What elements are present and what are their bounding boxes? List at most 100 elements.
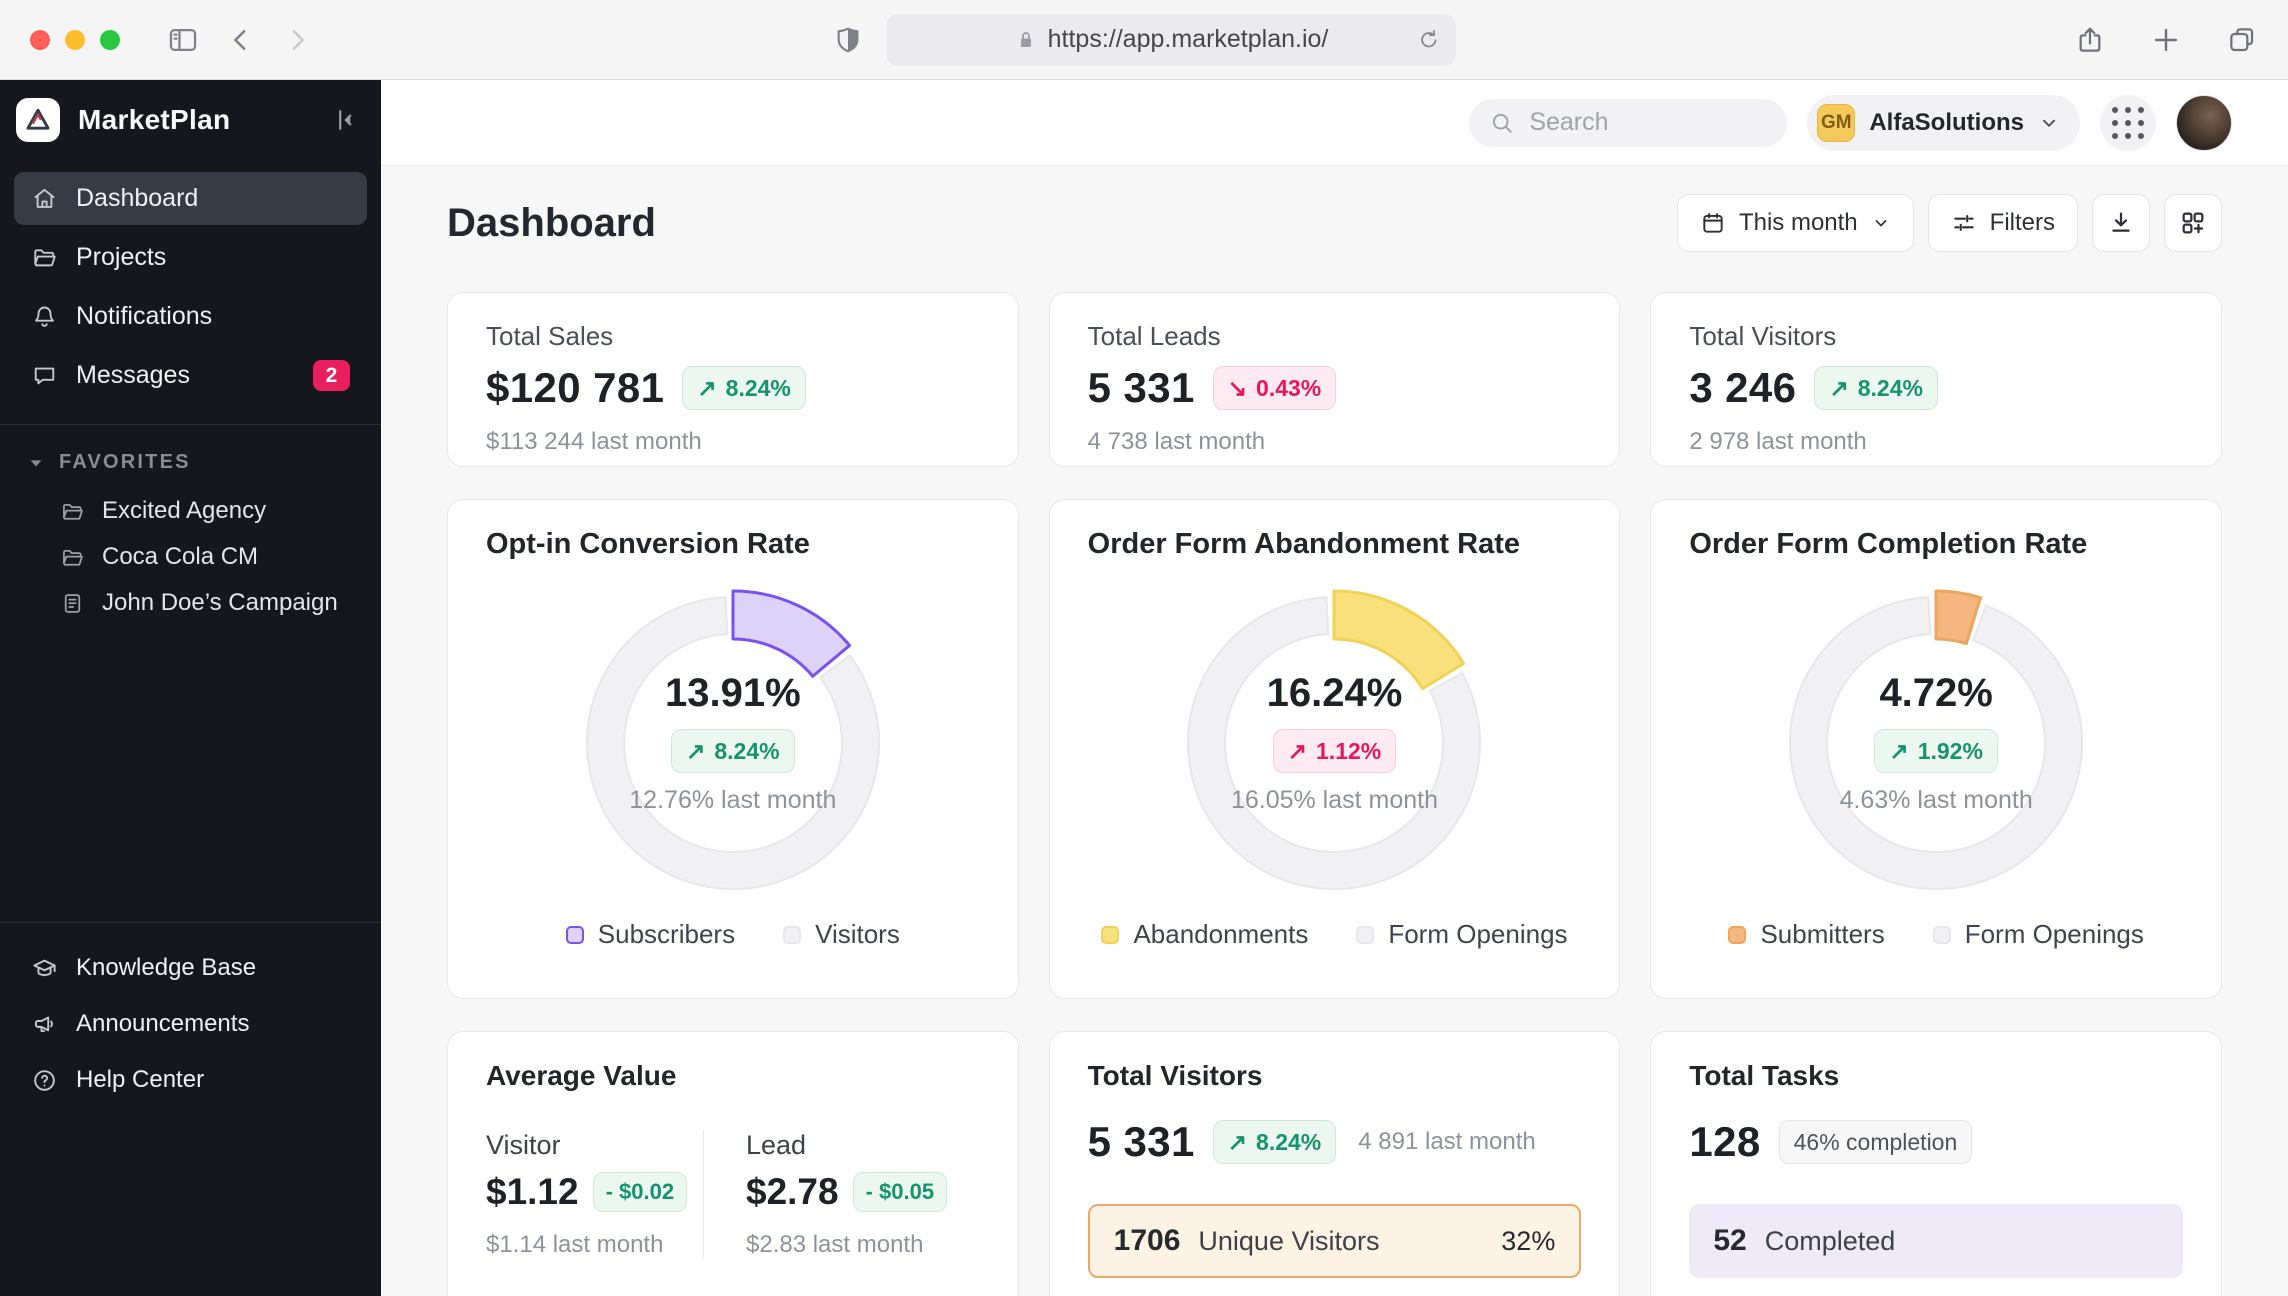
- sidebar-item-messages[interactable]: Messages 2: [14, 349, 367, 402]
- home-icon: [31, 185, 58, 212]
- sidebar-item-announcements[interactable]: Announcements: [14, 999, 367, 1049]
- privacy-shield-icon[interactable]: [832, 24, 864, 56]
- trend-badge: ↗ 1.92%: [1874, 729, 1998, 773]
- favorite-item-john-does-campaign[interactable]: John Doe’s Campaign: [14, 580, 367, 626]
- period-label: This month: [1738, 209, 1858, 236]
- share-icon[interactable]: [2074, 24, 2106, 56]
- window-controls: [30, 29, 120, 50]
- metric-value: $1.12: [486, 1171, 579, 1212]
- add-widget-button[interactable]: [2164, 194, 2222, 252]
- trend-badge: - $0.05: [852, 1172, 948, 1212]
- legend-item: Form Openings: [1932, 919, 2144, 950]
- card-title: Total Visitors: [1087, 1060, 1263, 1091]
- period-select-button[interactable]: This month: [1676, 194, 1914, 252]
- sidebar-item-notifications[interactable]: Notifications: [14, 290, 367, 343]
- stat-value: 3 246: [1689, 364, 1797, 411]
- browser-chrome: https://app.marketplan.io/: [0, 0, 2288, 80]
- card-title: Average Value: [486, 1060, 677, 1091]
- chevron-down-icon: [2038, 112, 2060, 134]
- sidebar-item-help-center[interactable]: Help Center: [14, 1055, 367, 1105]
- completion-rate-card: Order Form Completion Rate 4.72% ↗ 1.92% …: [1650, 499, 2222, 999]
- filters-button[interactable]: Filters: [1927, 194, 2078, 252]
- legend-item: Form Openings: [1356, 919, 1568, 950]
- average-value-lead: Lead $2.78 - $0.05 $2.83 last month: [703, 1130, 948, 1259]
- trend-badge: ↗ 1.12%: [1272, 729, 1397, 773]
- apps-grid-button[interactable]: [2100, 94, 2156, 151]
- sidebar-collapse-icon[interactable]: [329, 105, 359, 135]
- search-input[interactable]: [1529, 108, 1768, 137]
- donut-sub: 4.63% last month: [1839, 786, 2033, 814]
- trend-arrow-icon: ↗: [686, 737, 706, 764]
- row-percent: 32%: [1501, 1225, 1556, 1256]
- sidebar-item-dashboard[interactable]: Dashboard: [14, 172, 367, 225]
- browser-sidebar-toggle-icon[interactable]: [166, 23, 200, 57]
- favorite-item-label: Excited Agency: [102, 497, 267, 524]
- toolbar: This month Filters: [1676, 194, 2222, 252]
- question-circle-icon: [31, 1067, 58, 1094]
- trend-badge: ↗ 8.24%: [1212, 1120, 1337, 1164]
- sidebar-item-projects[interactable]: Projects: [14, 231, 367, 284]
- org-avatar: GM: [1817, 103, 1856, 142]
- stat-value: 128: [1689, 1118, 1761, 1165]
- sidebar-item-knowledge-base[interactable]: Knowledge Base: [14, 943, 367, 993]
- graduation-cap-icon: [31, 955, 58, 982]
- close-window-button[interactable]: [30, 29, 50, 50]
- sidebar-item-label: Messages: [76, 361, 190, 389]
- chevron-down-icon: [1871, 213, 1891, 233]
- back-icon[interactable]: [226, 25, 256, 55]
- trend-arrow-icon: ↘: [1227, 374, 1248, 401]
- favorites-header[interactable]: FAVORITES: [14, 451, 367, 474]
- row-label: Unique Visitors: [1198, 1225, 1380, 1256]
- org-switcher[interactable]: GM AlfaSolutions: [1807, 94, 2080, 151]
- sidebar: MarketPlan Dashboard Projects Notificati…: [0, 80, 381, 1296]
- trend-arrow-icon: ↗: [1227, 1128, 1248, 1155]
- folder-icon: [60, 545, 85, 570]
- brand-name: MarketPlan: [78, 104, 231, 135]
- donut-sub: 12.76% last month: [629, 786, 837, 814]
- legend-item: Visitors: [783, 919, 900, 950]
- folder-icon: [60, 499, 85, 524]
- favorite-item-label: John Doe’s Campaign: [102, 589, 338, 616]
- zoom-window-button[interactable]: [100, 29, 120, 50]
- tab-overview-icon[interactable]: [2226, 24, 2258, 56]
- card-title: Total Tasks: [1689, 1060, 1840, 1091]
- favorite-item-coca-cola-cm[interactable]: Coca Cola CM: [14, 534, 367, 580]
- legend-swatch: [1356, 925, 1375, 944]
- opt-in-conversion-card: Opt-in Conversion Rate 13.91% ↗ 8.24% 12.…: [447, 499, 1019, 999]
- minimize-window-button[interactable]: [65, 29, 85, 50]
- export-button[interactable]: [2092, 194, 2150, 252]
- favorite-item-excited-agency[interactable]: Excited Agency: [14, 488, 367, 534]
- search-icon: [1489, 110, 1515, 136]
- card-title: Total Visitors: [1689, 321, 1837, 351]
- sidebar-item-label: Dashboard: [76, 184, 199, 212]
- megaphone-icon: [31, 1011, 58, 1038]
- chevron-down-icon: [28, 455, 44, 471]
- user-avatar[interactable]: [2176, 94, 2232, 151]
- document-icon: [60, 591, 85, 616]
- card-title: Total Sales: [486, 321, 614, 351]
- lock-icon: [1014, 28, 1038, 52]
- stat-sub: 2 978 last month: [1689, 428, 1867, 455]
- sidebar-item-label: Help Center: [76, 1066, 205, 1093]
- abandonment-rate-card: Order Form Abandonment Rate 16.24% ↗ 1.12…: [1048, 499, 1621, 999]
- trend-badge: ↗ 8.24%: [671, 729, 795, 773]
- stat-sub: 4 891 last month: [1358, 1128, 1536, 1155]
- completed-tasks-row[interactable]: 52 Completed: [1689, 1204, 2183, 1278]
- sidebar-item-label: Knowledge Base: [76, 954, 257, 981]
- trend-arrow-icon: ↗: [1287, 737, 1308, 764]
- stat-value: $120 781: [486, 364, 665, 411]
- download-icon: [2107, 209, 2135, 237]
- sliders-icon: [1951, 210, 1977, 236]
- search-box[interactable]: [1469, 98, 1788, 147]
- legend-swatch: [1932, 925, 1951, 944]
- trend-badge: ↗ 8.24%: [1814, 366, 1938, 410]
- favorites-title: FAVORITES: [59, 451, 191, 473]
- donut-sub: 16.05% last month: [1230, 786, 1439, 814]
- favorite-item-label: Coca Cola CM: [102, 543, 259, 570]
- row-count: 1706: [1113, 1224, 1181, 1257]
- address-bar[interactable]: https://app.marketplan.io/: [886, 13, 1456, 66]
- reload-icon[interactable]: [1416, 27, 1442, 53]
- new-tab-icon[interactable]: [2150, 24, 2182, 56]
- unique-visitors-row[interactable]: 1706 Unique Visitors 32%: [1087, 1204, 1582, 1278]
- legend-swatch: [783, 925, 802, 944]
